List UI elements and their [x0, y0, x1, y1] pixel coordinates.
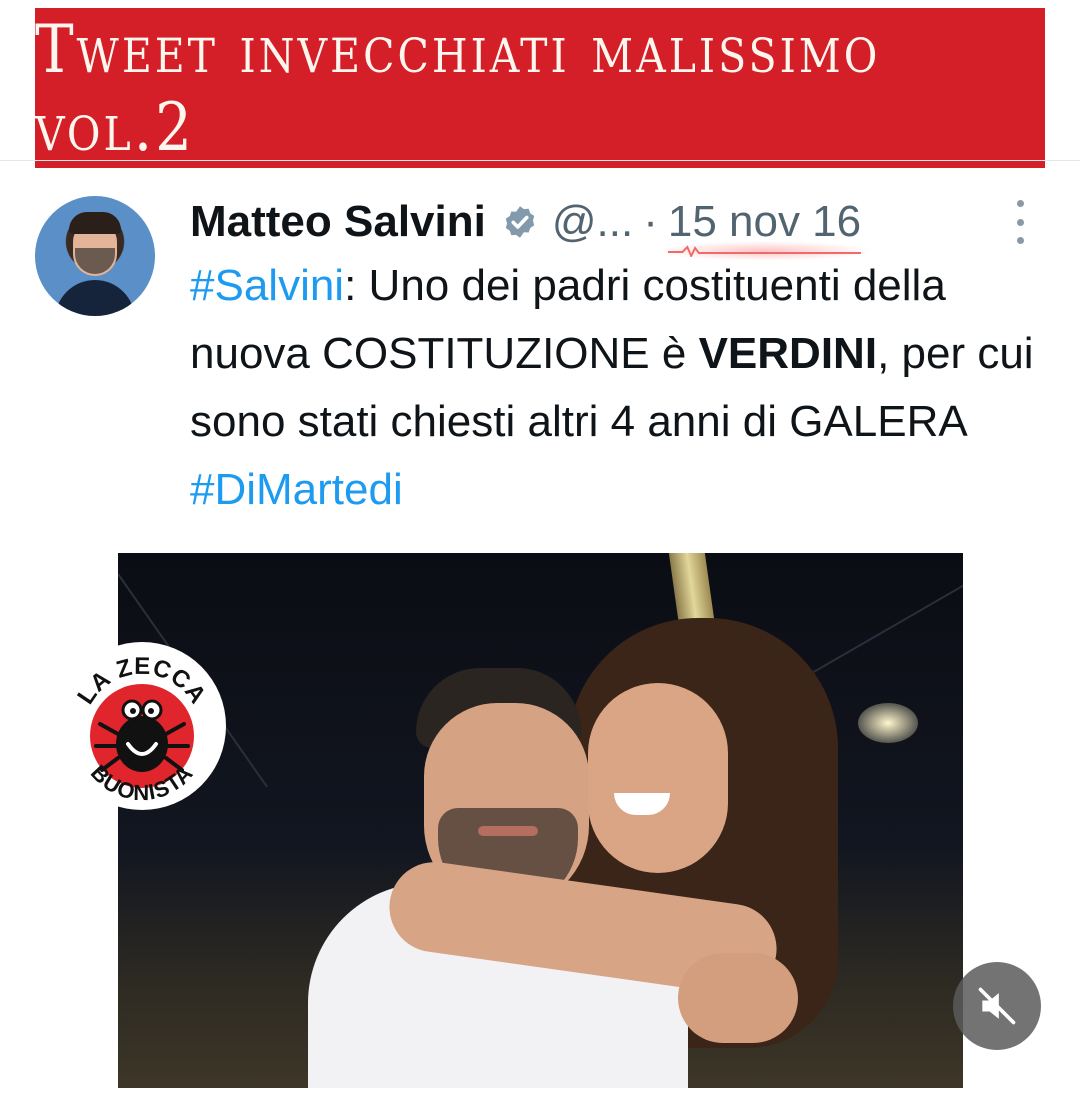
author-handle[interactable]: @...: [552, 197, 633, 247]
tweet-text: #Salvini: Uno dei padri costituenti dell…: [190, 252, 1050, 524]
banner-title: Tweet invecchiati malissimo vol.2: [35, 9, 881, 167]
more-options-icon[interactable]: [1015, 200, 1025, 244]
author-name[interactable]: Matteo Salvini: [190, 197, 486, 247]
tweet-text-bold: VERDINI: [698, 329, 878, 378]
la-zecca-buonista-logo: LA ZECCA BUONISTA: [58, 642, 226, 810]
tweet-date[interactable]: 15 nov 16: [655, 197, 874, 261]
tweet-date-text: 15 nov 16: [667, 197, 862, 246]
hashtag-salvini[interactable]: #Salvini: [190, 261, 344, 310]
avatar[interactable]: [35, 196, 155, 316]
speaker-muted-icon: [978, 987, 1016, 1025]
tweet-header: Matteo Salvini @... · 15 nov 16: [190, 192, 874, 261]
mute-button[interactable]: [953, 962, 1041, 1050]
couple-photo[interactable]: [118, 553, 963, 1088]
title-banner: Tweet invecchiati malissimo vol.2: [35, 8, 1045, 168]
divider: [0, 160, 1080, 161]
hashtag-dimartedi[interactable]: #DiMartedi: [190, 465, 403, 514]
verified-badge-icon: [505, 206, 535, 238]
separator-dot: ·: [643, 197, 658, 246]
